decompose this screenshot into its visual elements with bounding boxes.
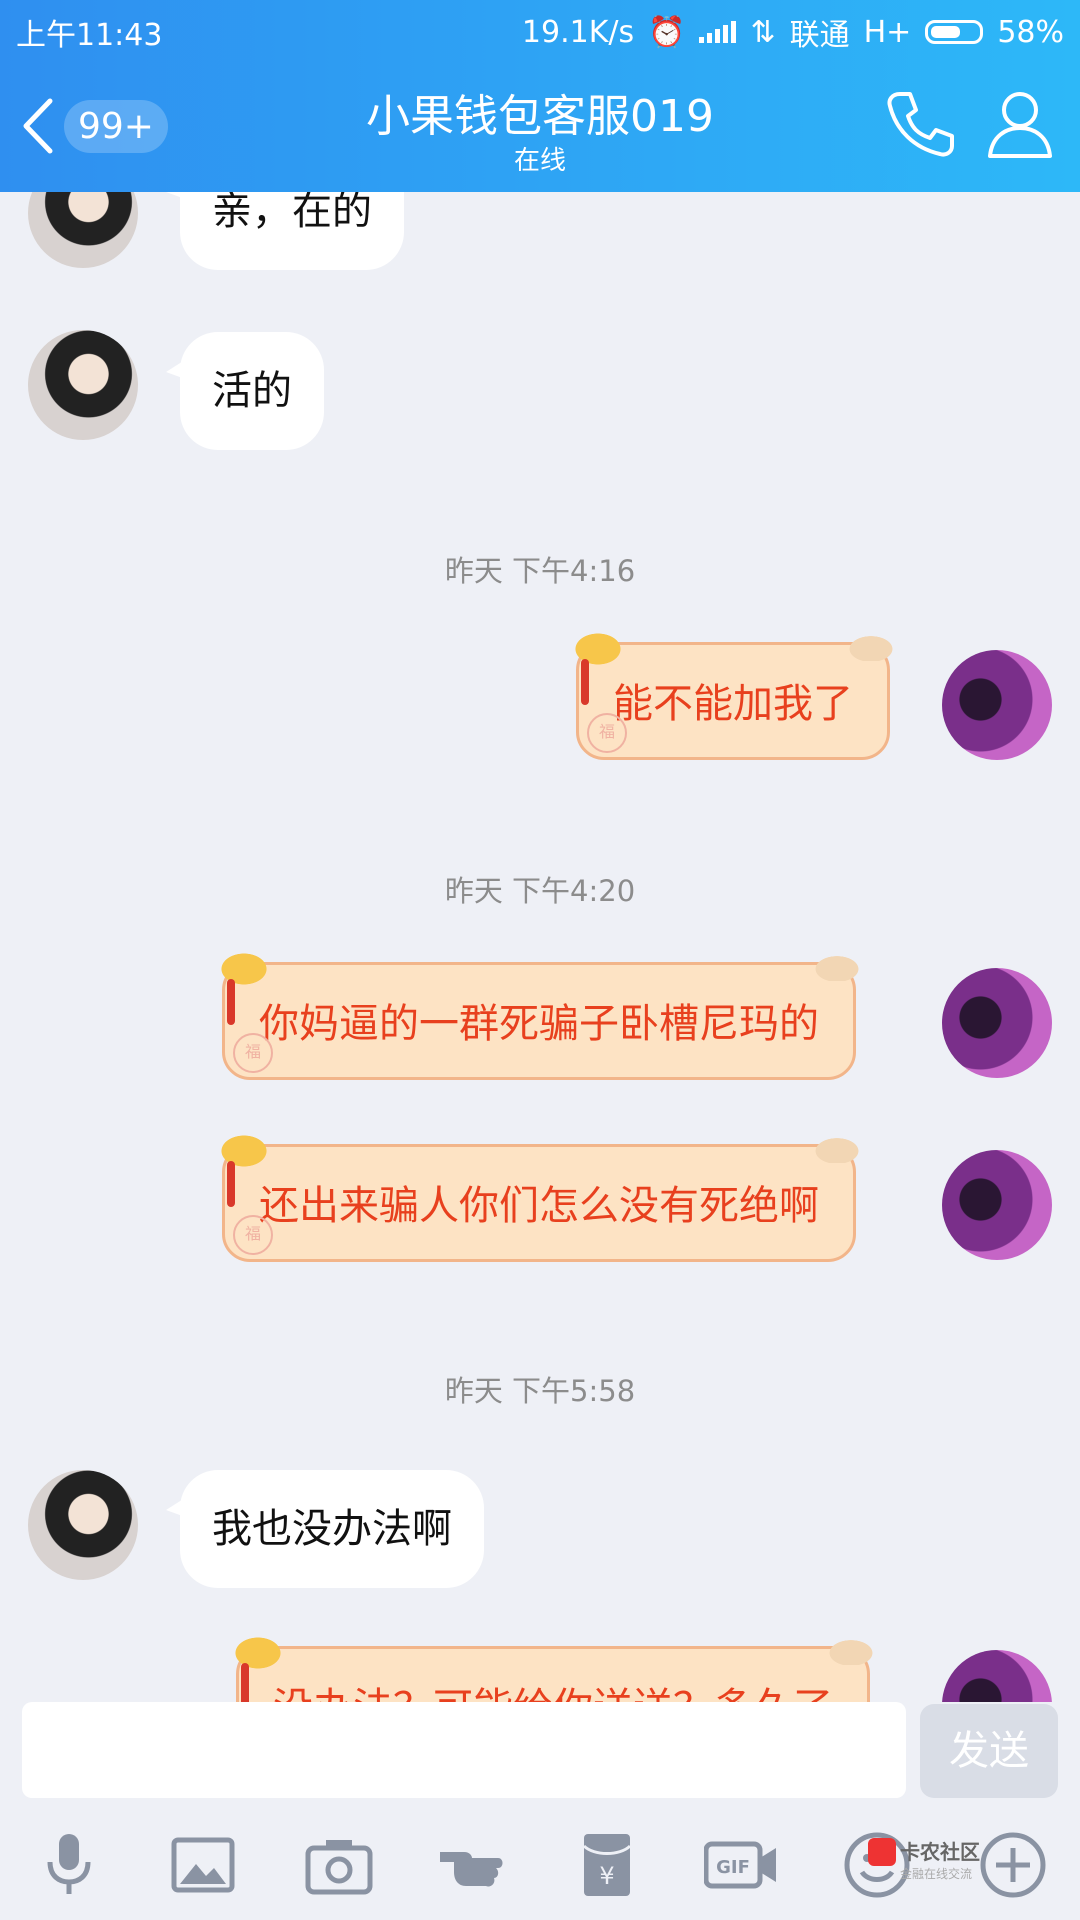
signal-icon [699, 21, 737, 43]
message-timestamp: 昨天 下午4:20 [444, 874, 636, 908]
svg-text:¥: ¥ [599, 1862, 614, 1890]
incoming-message[interactable]: 活的 [166, 332, 324, 450]
incoming-message[interactable]: 我也没办法啊 [166, 1470, 484, 1588]
outgoing-message[interactable]: 福 能不能加我了 [563, 625, 901, 760]
red-packet-button[interactable]: ¥ [570, 1828, 644, 1902]
incoming-message[interactable]: 亲，在的 [166, 192, 404, 270]
person-icon [988, 92, 1052, 158]
agent-avatar[interactable] [28, 330, 138, 440]
gif-icon: GIF [703, 1841, 776, 1889]
outgoing-message[interactable]: 没办法？可能给你送送？多久了 [223, 1629, 881, 1702]
watermark-logo-icon [868, 1838, 896, 1866]
network-type: H+ [863, 14, 912, 50]
message-list[interactable]: 亲，在的 活的 昨天 下午4:16 福 能不能加我了 昨天 下午4:20 福 你… [0, 192, 1080, 1702]
user-avatar[interactable] [942, 968, 1052, 1078]
message-timestamp: 昨天 下午4:16 [444, 554, 636, 588]
status-time: 上午11:43 [16, 18, 163, 53]
chat-header: 99+ 小果钱包客服019 在线 [0, 56, 1080, 192]
microphone-icon [47, 1834, 91, 1894]
send-button[interactable]: 发送 [920, 1704, 1058, 1798]
watermark-slogan: 金融在线交流 [900, 1867, 973, 1881]
message-text: 没办法？可能给你送送？多久了 [273, 1685, 833, 1702]
voice-button[interactable] [32, 1828, 106, 1902]
tassel-decoration [241, 1663, 249, 1702]
message-text: 还出来骗人你们怎么没有死绝啊 [259, 1183, 819, 1229]
agent-avatar[interactable] [28, 1470, 138, 1580]
bubble-decoration [209, 945, 279, 985]
red-packet-icon: ¥ [582, 1834, 632, 1896]
camera-button[interactable] [302, 1828, 376, 1902]
message-timestamp: 昨天 下午5:58 [444, 1374, 636, 1408]
user-avatar[interactable] [942, 1150, 1052, 1260]
svg-text:GIF: GIF [716, 1857, 750, 1878]
gif-button[interactable]: GIF [703, 1828, 778, 1902]
seal-decoration: 福 [233, 1215, 273, 1255]
seal-decoration: 福 [233, 1033, 273, 1073]
carrier-name: 联通 [789, 18, 850, 53]
bubble-decoration [841, 631, 901, 661]
image-icon [171, 1837, 235, 1893]
camera-icon [305, 1840, 373, 1895]
bubble-decoration [563, 625, 633, 665]
outgoing-message[interactable]: 福 你妈逼的一群死骗子卧槽尼玛的 [209, 945, 867, 1080]
watermark-brand: 卡农社区 [900, 1840, 980, 1864]
watermark: 卡农社区 金融在线交流 [868, 1836, 1030, 1881]
call-button[interactable] [880, 84, 960, 164]
tassel-decoration [581, 659, 589, 705]
outgoing-message[interactable]: 福 还出来骗人你们怎么没有死绝啊 [209, 1127, 867, 1262]
tassel-decoration [227, 979, 235, 1025]
pointing-hand-icon [440, 1852, 503, 1887]
poke-button[interactable] [436, 1828, 510, 1902]
bubble-decoration [807, 951, 867, 981]
network-speed: 19.1K/s [521, 14, 635, 50]
message-text: 能不能加我了 [613, 681, 853, 727]
user-avatar[interactable] [942, 650, 1052, 760]
data-transfer-icon: ⇅ [750, 14, 776, 50]
user-avatar[interactable] [942, 1650, 1052, 1702]
profile-button[interactable] [980, 84, 1060, 164]
battery-percent: 58% [997, 14, 1064, 50]
image-button[interactable] [166, 1828, 240, 1902]
tassel-decoration [227, 1161, 235, 1207]
agent-avatar[interactable] [28, 192, 138, 268]
alarm-icon: ⏰ [648, 14, 686, 50]
bubble-decoration [209, 1127, 279, 1167]
bubble-decoration [223, 1629, 293, 1669]
message-text: 你妈逼的一群死骗子卧槽尼玛的 [259, 1001, 819, 1047]
composer: 发送 [0, 1702, 1080, 1802]
battery-icon [925, 20, 984, 44]
phone-icon [887, 92, 954, 157]
message-input[interactable] [22, 1702, 906, 1798]
bubble-decoration [821, 1635, 881, 1665]
status-icons: 19.1K/s ⏰ ⇅ 联通 H+ 58% [522, 10, 1064, 54]
status-bar: 上午11:43 19.1K/s ⏰ ⇅ 联通 H+ 58% [0, 0, 1080, 56]
seal-decoration: 福 [587, 713, 627, 753]
bubble-decoration [807, 1133, 867, 1163]
